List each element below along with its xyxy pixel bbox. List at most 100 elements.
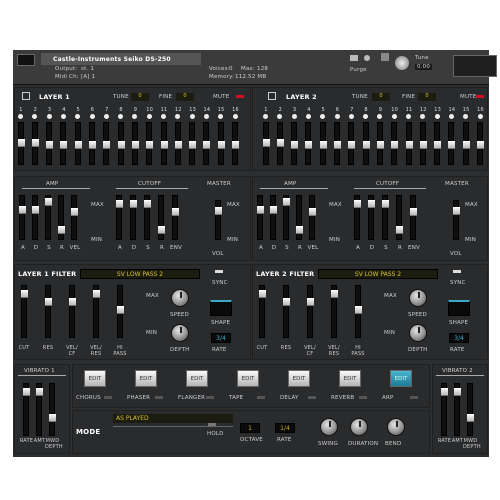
vibrato1-slider-handle[interactable] [36,388,43,396]
layer2-rate-value[interactable]: 3/4 [449,333,469,343]
layer1-step-slider-handle[interactable] [60,141,68,149]
layer1-step-slider[interactable] [160,122,168,165]
layer2-filter-slider-handle[interactable] [283,298,290,306]
layer2-step-slider[interactable] [291,122,299,165]
layer1-speed-knob[interactable] [171,289,189,307]
layer2-step-slider-handle[interactable] [319,141,327,149]
layer2-filter-slider[interactable] [259,285,266,338]
layer1-step-slider[interactable] [31,122,39,165]
layer1-filter-slider[interactable] [117,285,124,338]
layer2-step-slider-handle[interactable] [462,141,470,149]
layer2-step-slider[interactable] [434,122,442,165]
layer1-step-slider[interactable] [74,122,82,165]
layer1-step-slider-handle[interactable] [217,141,225,149]
layer2-speed-knob[interactable] [409,289,427,307]
fx-flanger-toggle[interactable] [206,396,214,399]
layer1-cutoff-slider[interactable] [144,195,151,240]
layer2-step-slider-handle[interactable] [405,141,413,149]
layer1-cutoff-slider-handle[interactable] [172,208,179,216]
layer1-step-slider[interactable] [232,122,239,165]
layer1-step-slider[interactable] [103,122,111,165]
layer2-shape-display[interactable] [448,300,470,316]
layer1-step-led[interactable] [103,114,109,119]
layer2-step-slider-handle[interactable] [262,139,270,147]
layer1-step-slider[interactable] [117,122,125,165]
layer1-step-slider-handle[interactable] [174,141,182,149]
layer1-step-slider-handle[interactable] [160,141,168,149]
layer2-step-slider[interactable] [477,122,484,165]
layer1-cutoff-slider[interactable] [158,195,165,240]
layer1-step-led[interactable] [18,114,23,119]
layer1-amp-slider-handle[interactable] [58,226,65,234]
layer1-filter-type[interactable]: SV LOW PASS 2 [80,269,200,279]
layer1-step-slider[interactable] [174,122,182,165]
fx-tape-edit-button[interactable]: EDIT [237,370,259,387]
layer1-tune-value[interactable]: 0 [131,93,149,101]
layer1-step-slider[interactable] [89,122,96,165]
layer2-step-led[interactable] [291,114,297,119]
vibrato1-slider[interactable] [49,383,56,436]
layer2-vol-slider[interactable] [453,200,460,240]
bend-knob[interactable] [387,418,405,436]
vibrato2-slider-handle[interactable] [467,414,474,422]
layer1-amp-slider[interactable] [45,195,52,240]
layer2-step-led[interactable] [391,114,397,119]
vibrato2-slider[interactable] [467,383,474,436]
layer2-fine-value[interactable]: 0 [418,93,436,101]
output-value[interactable]: st. 1 [81,66,94,72]
layer1-rate-value[interactable]: 3/4 [211,333,231,343]
vibrato1-slider-handle[interactable] [49,414,56,422]
layer2-filter-slider[interactable] [283,285,290,338]
layer1-step-slider-handle[interactable] [89,141,96,149]
vibrato2-slider[interactable] [441,383,448,436]
layer2-step-slider-handle[interactable] [376,141,384,149]
layer2-step-slider[interactable] [376,122,384,165]
layer2-cutoff-slider[interactable] [396,195,403,240]
vibrato1-slider[interactable] [23,383,30,436]
layer2-step-slider[interactable] [419,122,427,165]
fx-reverb-toggle[interactable] [359,396,367,399]
layer1-cutoff-slider-handle[interactable] [130,200,137,208]
layer2-depth-knob[interactable] [409,324,427,342]
layer2-step-led[interactable] [477,114,483,119]
layer2-filter-slider[interactable] [331,285,338,338]
layer2-step-led[interactable] [305,114,311,119]
layer1-fine-value[interactable]: 0 [176,93,194,101]
layer2-amp-slider-handle[interactable] [283,198,290,206]
layer2-step-slider-handle[interactable] [305,141,313,149]
layer2-step-slider-handle[interactable] [334,141,341,149]
layer2-cutoff-slider-handle[interactable] [382,200,389,208]
vibrato1-slider[interactable] [36,383,43,436]
layer1-step-led[interactable] [203,114,209,119]
layer1-step-led[interactable] [161,114,166,119]
layer2-power-icon[interactable] [268,92,276,100]
layer2-filter-slider-handle[interactable] [355,306,362,314]
layer2-step-slider[interactable] [319,122,327,165]
vibrato2-slider-handle[interactable] [441,388,448,396]
layer1-filter-slider[interactable] [69,285,76,338]
layer2-cutoff-slider[interactable] [368,195,375,240]
layer2-step-slider-handle[interactable] [348,141,356,149]
layer1-step-slider[interactable] [131,122,139,165]
layer1-step-slider-handle[interactable] [17,139,25,147]
layer2-cutoff-slider[interactable] [354,195,361,240]
layer1-power-icon[interactable] [22,92,30,100]
layer2-amp-slider-handle[interactable] [257,206,264,214]
layer1-amp-slider[interactable] [32,195,39,240]
layer2-cutoff-slider[interactable] [410,195,417,240]
layer2-step-led[interactable] [406,114,411,119]
swing-knob[interactable] [320,418,338,436]
fx-phaser-edit-button[interactable]: EDIT [135,370,157,387]
layer2-step-slider[interactable] [334,122,341,165]
layer2-step-slider[interactable] [405,122,413,165]
tune-knob[interactable] [395,56,409,70]
layer1-amp-slider-handle[interactable] [71,208,78,216]
layer1-amp-slider-handle[interactable] [32,206,39,214]
layer2-step-slider-handle[interactable] [291,141,299,149]
layer2-step-slider[interactable] [348,122,356,165]
layer1-filter-slider-handle[interactable] [117,306,124,314]
layer2-filter-slider-handle[interactable] [331,290,338,298]
layer2-step-slider[interactable] [391,122,399,165]
layer1-step-slider-handle[interactable] [189,141,197,149]
layer1-amp-slider[interactable] [71,195,78,240]
